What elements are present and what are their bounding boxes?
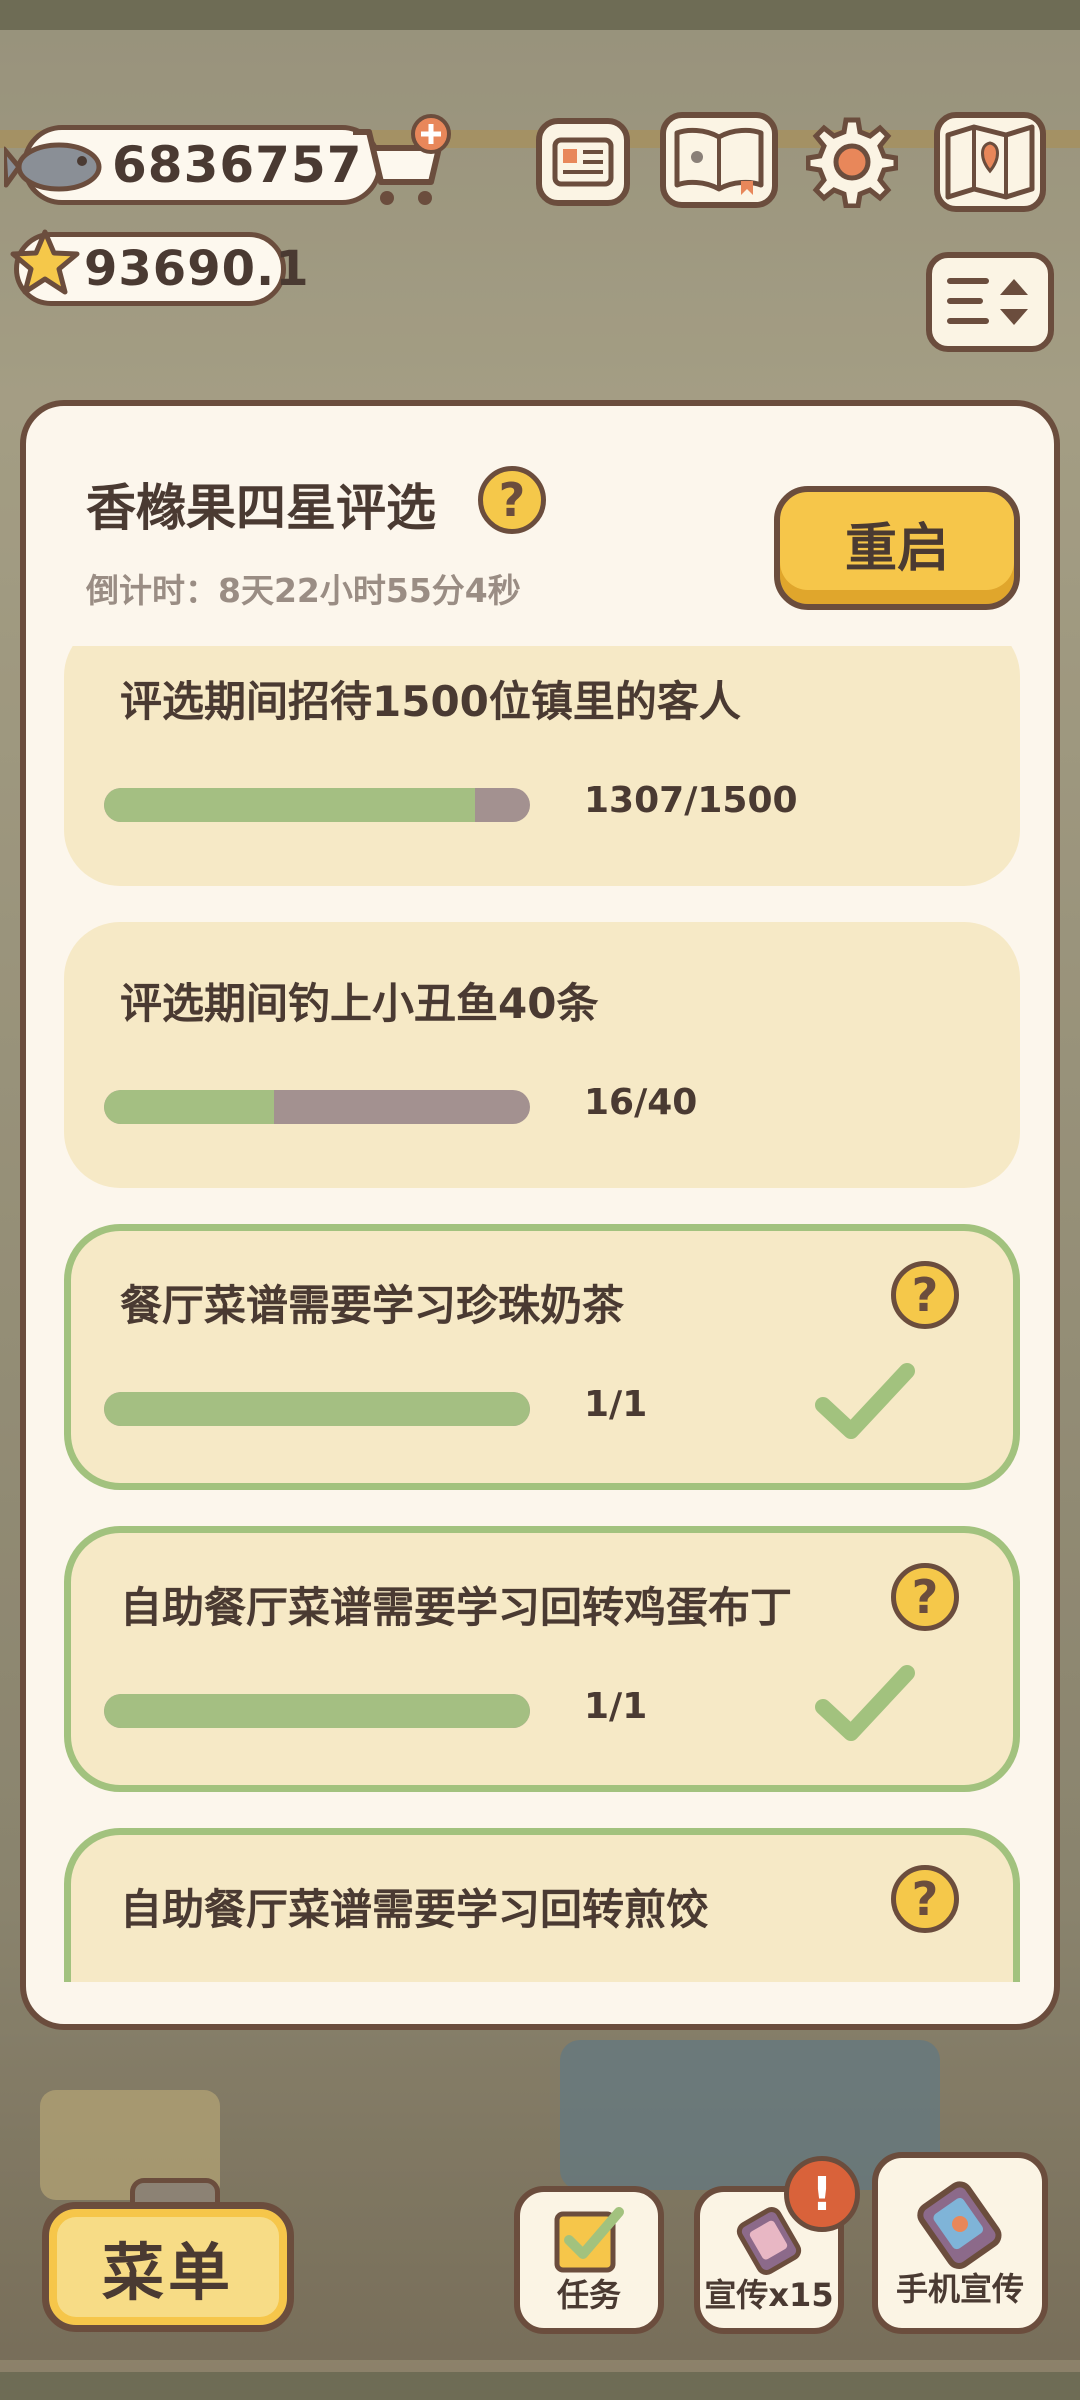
check-icon bbox=[815, 1363, 915, 1439]
book-button[interactable] bbox=[660, 112, 778, 208]
modal-title: 香橼果四星评选 bbox=[86, 479, 436, 537]
phone-promo-button[interactable]: 手机宣传 bbox=[872, 2152, 1048, 2334]
card-icon bbox=[552, 137, 614, 187]
countdown-timer: 倒计时：8天22小时55分4秒 bbox=[86, 571, 521, 610]
task-card: 评选期间钓上小丑鱼40条 16/40 bbox=[64, 922, 1020, 1188]
progress-text: 1/1 bbox=[584, 1686, 648, 1727]
progress-bar bbox=[104, 788, 530, 822]
task-list[interactable]: 评选期间招待1500位镇里的客人 1307/1500 评选期间钓上小丑鱼40条 … bbox=[26, 646, 1054, 1982]
task-text: 评选期间钓上小丑鱼40条 bbox=[120, 979, 599, 1028]
task-card: 评选期间招待1500位镇里的客人 1307/1500 bbox=[64, 646, 1020, 886]
progress-bar bbox=[104, 1090, 530, 1124]
task-text: 评选期间招待1500位镇里的客人 bbox=[120, 677, 741, 726]
rating-modal: 香橼果四星评选 ? 倒计时：8天22小时55分4秒 重启 评选期间招待1500位… bbox=[20, 400, 1060, 2030]
progress-bar-fill bbox=[104, 1694, 530, 1728]
task-help-icon[interactable]: ? bbox=[891, 1563, 959, 1631]
progress-bar-fill bbox=[104, 1392, 530, 1426]
progress-bar bbox=[104, 1694, 530, 1728]
sort-icon bbox=[947, 278, 1028, 325]
map-icon bbox=[945, 124, 1035, 200]
progress-bar-fill bbox=[104, 1090, 275, 1124]
task-card-completed: 自助餐厅菜谱需要学习回转煎饺 ? bbox=[64, 1828, 1020, 1982]
map-button[interactable] bbox=[934, 112, 1046, 212]
task-text: 自助餐厅菜谱需要学习回转煎饺 bbox=[120, 1885, 709, 1934]
menu-button[interactable]: 菜单 bbox=[42, 2202, 294, 2332]
promo-button-label: 宣传x15 bbox=[704, 2276, 834, 2314]
fish-icon bbox=[4, 142, 102, 192]
task-icon bbox=[554, 2207, 624, 2273]
bottom-strip bbox=[0, 2372, 1080, 2400]
task-card-completed: 餐厅菜谱需要学习珍珠奶茶 ? 1/1 bbox=[64, 1224, 1020, 1490]
task-help-icon[interactable]: ? bbox=[891, 1261, 959, 1329]
progress-bar-fill bbox=[104, 788, 476, 822]
progress-text: 1307/1500 bbox=[584, 780, 798, 821]
alert-badge: ! bbox=[784, 2156, 860, 2232]
cart-plus-icon[interactable] bbox=[345, 112, 455, 212]
phone-icon bbox=[917, 2181, 1002, 2269]
sort-button[interactable] bbox=[926, 252, 1054, 352]
task-help-icon[interactable]: ? bbox=[891, 1865, 959, 1933]
phone-promo-label: 手机宣传 bbox=[895, 2270, 1024, 2308]
task-text: 餐厅菜谱需要学习珍珠奶茶 bbox=[120, 1281, 625, 1330]
task-card-completed: 自助餐厅菜谱需要学习回转鸡蛋布丁 ? 1/1 bbox=[64, 1526, 1020, 1792]
settings-button[interactable] bbox=[804, 114, 900, 210]
title-help-icon[interactable]: ? bbox=[478, 466, 546, 534]
task-button-label: 任务 bbox=[556, 2276, 621, 2314]
task-text: 自助餐厅菜谱需要学习回转鸡蛋布丁 bbox=[120, 1583, 793, 1632]
star-amount: 93690.1 bbox=[84, 241, 310, 297]
progress-text: 1/1 bbox=[584, 1384, 648, 1425]
fish-amount: 6836757 bbox=[112, 136, 363, 194]
book-icon bbox=[674, 127, 764, 195]
check-icon bbox=[815, 1665, 915, 1741]
card-button[interactable] bbox=[536, 118, 630, 206]
progress-text: 16/40 bbox=[584, 1082, 698, 1123]
progress-bar bbox=[104, 1392, 530, 1426]
gear-icon bbox=[806, 117, 898, 208]
star-icon bbox=[10, 229, 80, 295]
restart-button[interactable]: 重启 bbox=[774, 486, 1020, 610]
task-button[interactable]: 任务 bbox=[514, 2186, 664, 2334]
